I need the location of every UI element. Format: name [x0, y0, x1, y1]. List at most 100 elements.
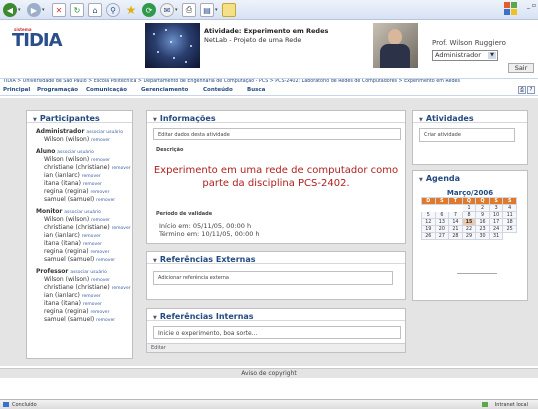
remove-participant-link[interactable]: remover	[112, 166, 131, 171]
copyright-notice[interactable]: Aviso de copyright	[0, 368, 538, 378]
associate-user-link[interactable]: associar usuário	[86, 130, 123, 135]
remove-participant-link[interactable]: remover	[90, 310, 109, 315]
calendar-day[interactable]: 20	[434, 225, 450, 233]
add-external-ref-link[interactable]: Adicionar referência externa	[153, 271, 393, 285]
remove-participant-link[interactable]: remover	[91, 158, 110, 163]
remove-participant-link[interactable]: remover	[96, 318, 115, 323]
calendar-day[interactable]: 6	[434, 211, 450, 219]
back-icon[interactable]: ◀	[3, 3, 17, 17]
calendar-day[interactable]: 26	[421, 232, 436, 240]
role-select[interactable]: Administrador ▼	[432, 50, 498, 61]
back-dropdown-icon[interactable]: ▾	[18, 7, 21, 13]
collapse-icon[interactable]: ▼	[419, 177, 423, 183]
calendar-day[interactable]: 7	[448, 211, 463, 219]
messenger-icon[interactable]	[222, 3, 236, 17]
remove-participant-link[interactable]: remover	[90, 190, 109, 195]
exit-button[interactable]: Sair	[508, 63, 534, 73]
nav-programacao[interactable]: Programação	[37, 87, 78, 93]
collapse-icon[interactable]: ▼	[153, 258, 157, 264]
associate-user-link[interactable]: associar usuário	[64, 210, 101, 215]
remove-participant-link[interactable]: remover	[91, 218, 110, 223]
collapse-icon[interactable]: ▼	[153, 117, 157, 123]
calendar-day[interactable]: 23	[475, 225, 490, 233]
associate-user-link[interactable]: associar usuário	[70, 270, 107, 275]
history-icon[interactable]: ⟳	[142, 3, 156, 17]
remove-participant-link[interactable]: remover	[91, 278, 110, 283]
mail-icon[interactable]: ✉	[160, 3, 174, 17]
collapse-icon[interactable]: ▼	[33, 117, 37, 123]
calendar-day[interactable]: 13	[434, 218, 450, 226]
calendar-day[interactable]: 28	[448, 232, 463, 240]
help-icon[interactable]: ?	[527, 86, 535, 94]
remove-participant-link[interactable]: remover	[91, 138, 110, 143]
browser-toolbar: ◀ ▾ ▶ ▾ ✕ ↻ ⌂ ⚲ ★ ⟳ ✉ ▾ ⎙ ▤ ▾ _ ▫	[0, 0, 538, 20]
remove-participant-link[interactable]: remover	[83, 302, 102, 307]
calendar-day[interactable]: 24	[488, 225, 504, 233]
calendar-day[interactable]: 5	[421, 211, 436, 219]
calendar-day[interactable]: 2	[475, 204, 490, 212]
nav-gerenciamento[interactable]: Gerenciamento	[141, 87, 188, 93]
remove-participant-link[interactable]: remover	[83, 182, 102, 187]
remove-participant-link[interactable]: remover	[96, 198, 115, 203]
participant-name: ian (ianlarc)	[44, 232, 80, 239]
nav-busca[interactable]: Busca	[247, 87, 265, 93]
calendar-day[interactable]: 10	[488, 211, 504, 219]
nav-principal[interactable]: Principal	[3, 87, 30, 93]
collapse-icon[interactable]: ▼	[419, 117, 423, 123]
user-photo	[373, 23, 418, 68]
calendar-day[interactable]: 1	[461, 204, 477, 212]
print-page-icon[interactable]: ⎙	[518, 86, 526, 94]
calendar-day[interactable]: 12	[421, 218, 436, 226]
associate-user-link[interactable]: associar usuário	[57, 150, 94, 155]
breadcrumb[interactable]: TIDIA > Universidade de São Paulo > Esco…	[0, 78, 538, 86]
calendar-day[interactable]: 29	[461, 232, 477, 240]
search-icon[interactable]: ⚲	[106, 3, 120, 17]
calendar-day[interactable]: 16	[475, 218, 490, 226]
remove-participant-link[interactable]: remover	[83, 242, 102, 247]
calendar-day[interactable]: 18	[502, 218, 517, 226]
calendar-day[interactable]: 11	[502, 211, 517, 219]
nav-comunicacao[interactable]: Comunicação	[86, 87, 127, 93]
calendar-day[interactable]: 19	[421, 225, 436, 233]
calendar-day[interactable]: 3	[488, 204, 504, 212]
edit-internal-ref-link[interactable]: Editar	[147, 343, 405, 352]
favorites-icon[interactable]: ★	[124, 3, 138, 17]
logo-text: TIDIA	[12, 30, 63, 51]
home-icon[interactable]: ⌂	[88, 3, 102, 17]
calendar-day[interactable]: 30	[475, 232, 490, 240]
create-activity-link[interactable]: Criar atividade	[419, 128, 515, 142]
calendar-day[interactable]: 25	[502, 225, 517, 233]
edit-activity-link[interactable]: Editar dados desta atividade	[153, 128, 401, 140]
tidia-logo[interactable]: sistema TIDIA	[12, 27, 63, 51]
collapse-icon[interactable]: ▼	[153, 315, 157, 321]
remove-participant-link[interactable]: remover	[82, 174, 101, 179]
print-icon[interactable]: ⎙	[182, 3, 196, 17]
calendar-month[interactable]: Março/2006	[413, 189, 527, 197]
remove-participant-link[interactable]: remover	[82, 294, 101, 299]
forward-dropdown-icon[interactable]: ▾	[42, 7, 45, 13]
calendar-day[interactable]: 4	[502, 204, 517, 212]
remove-participant-link[interactable]: remover	[112, 226, 131, 231]
forward-icon[interactable]: ▶	[27, 3, 41, 17]
calendar-day[interactable]: 8	[461, 211, 477, 219]
calendar-day[interactable]: 14	[448, 218, 463, 226]
calendar-day[interactable]: 21	[448, 225, 463, 233]
edit-icon[interactable]: ▤	[200, 3, 214, 17]
remove-participant-link[interactable]: remover	[96, 258, 115, 263]
nav-conteudo[interactable]: Conteúdo	[203, 87, 233, 93]
stop-icon[interactable]: ✕	[52, 3, 66, 17]
refresh-icon[interactable]: ↻	[70, 3, 84, 17]
window-controls[interactable]: _ ▫	[527, 2, 536, 9]
edit-dropdown-icon[interactable]: ▾	[215, 7, 218, 13]
calendar-day[interactable]: 17	[488, 218, 504, 226]
remove-participant-link[interactable]: remover	[90, 250, 109, 255]
remove-participant-link[interactable]: remover	[82, 234, 101, 239]
calendar-day[interactable]: 9	[475, 211, 490, 219]
mail-dropdown-icon[interactable]: ▾	[175, 7, 178, 13]
calendar-day[interactable]: 31	[488, 232, 504, 240]
calendar-day[interactable]: 27	[434, 232, 450, 240]
remove-participant-link[interactable]: remover	[112, 286, 131, 291]
calendar-day[interactable]: 15	[461, 218, 477, 226]
participant-name: samuel (samuel)	[44, 196, 95, 203]
calendar-day[interactable]: 22	[461, 225, 477, 233]
